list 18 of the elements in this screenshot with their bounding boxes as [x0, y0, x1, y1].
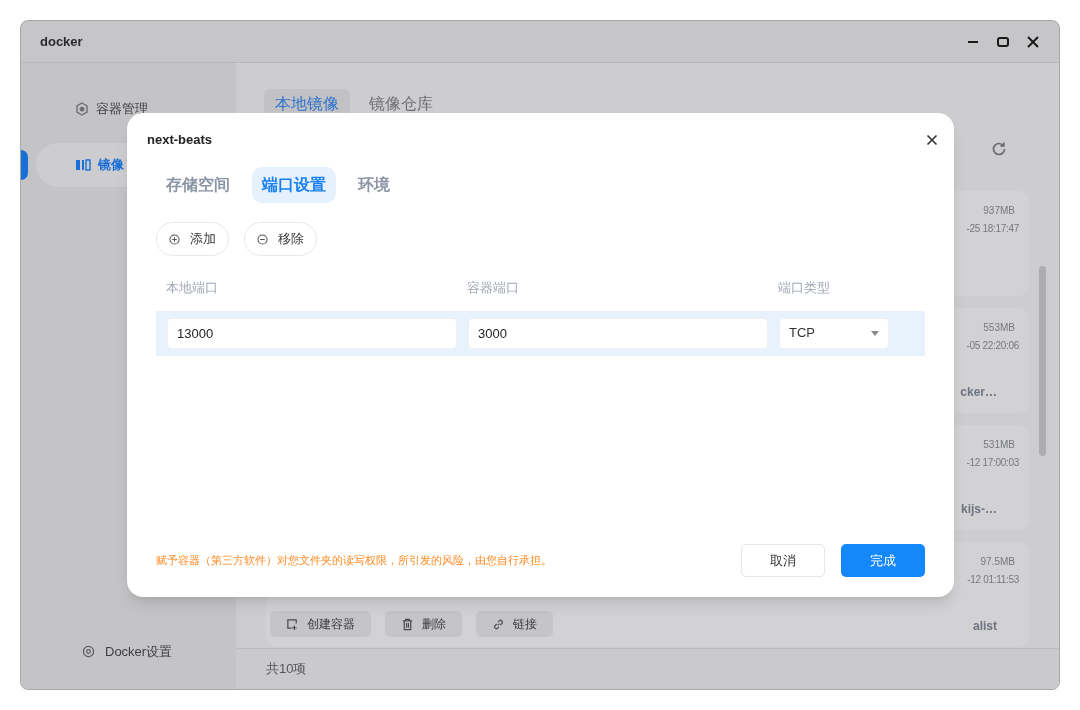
image-size: 97.5MB: [980, 555, 1016, 569]
image-date: -05 22:20:06: [966, 339, 1019, 353]
image-name: cker…: [960, 384, 998, 401]
column-header: 本地端口: [166, 279, 219, 297]
dialog-title: next-beats: [147, 131, 213, 150]
item-count: 共10项: [266, 660, 307, 679]
risk-warning: 赋予容器（第三方软件）对您文件夹的读写权限，所引发的风险，由您自行承担。: [156, 553, 552, 569]
image-name: alist: [973, 618, 998, 635]
image-date: -25 18:17:47: [966, 222, 1019, 236]
image-size: 531MB: [983, 438, 1016, 452]
image-name: kijs-…: [961, 501, 998, 518]
image-date: -12 01:11:53: [967, 573, 1019, 587]
window-title: docker: [40, 32, 83, 51]
column-header: 端口类型: [778, 279, 831, 297]
image-size: 553MB: [983, 321, 1016, 335]
column-header: 容器端口: [467, 279, 520, 297]
image-date: -12 17:00:03: [966, 456, 1019, 470]
image-size: 937MB: [983, 204, 1016, 218]
